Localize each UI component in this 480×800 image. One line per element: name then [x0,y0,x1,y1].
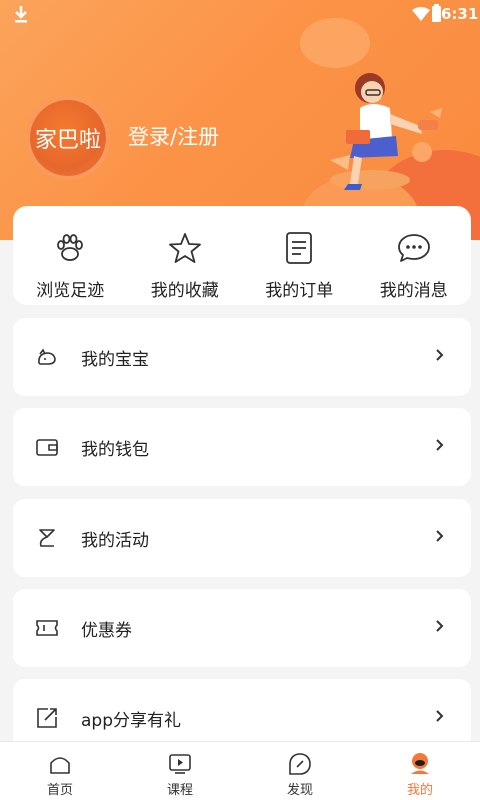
tab-label: 我的 [406,783,433,798]
wifi-icon [412,7,430,21]
menu-item-my-wallet[interactable]: 我的钱包 [13,408,471,486]
menu-item-label: 我的活动 [81,531,149,551]
share-icon [37,708,57,728]
wallet-icon [36,439,58,456]
quick-action-orders[interactable]: 我的订单 [242,206,357,305]
tab-label: 课程 [166,783,193,798]
chevron-right-icon [436,530,444,542]
download-icon [15,6,27,23]
login-register-link[interactable]: 登录/注册 [128,121,219,151]
quick-action-label: 浏览足迹 [36,281,105,301]
tab-courses[interactable]: 课程 [120,742,240,800]
profile-icon [411,753,429,774]
menu-item-my-baby[interactable]: 我的宝宝 [13,318,471,396]
tab-label: 发现 [286,783,313,798]
activity-icon [39,529,55,547]
status-bar: 6:31 [0,0,480,28]
tab-profile[interactable]: 我的 [360,742,480,800]
menu-item-label: 我的宝宝 [81,350,149,370]
quick-action-favorites[interactable]: 我的收藏 [128,206,243,305]
tab-home[interactable]: 首页 [0,742,120,800]
status-time: 6:31 [441,5,479,23]
coupon-icon [36,620,58,636]
quick-action-messages[interactable]: 我的消息 [357,206,472,305]
tab-label: 首页 [46,783,73,798]
chevron-right-icon [436,349,444,361]
quick-action-label: 我的消息 [379,281,448,301]
battery-icon [432,4,441,22]
bottom-tab-bar: 首页 课程 发现 我的 [0,741,480,800]
chevron-right-icon [436,439,444,451]
tab-discover[interactable]: 发现 [240,742,360,800]
quick-action-label: 我的收藏 [150,281,219,301]
menu-item-label: 优惠券 [81,621,132,641]
menu-item-my-activities[interactable]: 我的活动 [13,499,471,577]
reading-girl-illustration [330,73,442,190]
baby-icon [38,348,56,365]
menu-item-label: app分享有礼 [81,711,181,731]
order-list-icon [286,232,313,264]
avatar[interactable]: 家巴啦 [26,96,110,180]
course-icon [169,754,191,774]
discover-icon [289,753,311,775]
chevron-right-icon [436,710,444,722]
menu-item-coupons[interactable]: 优惠券 [13,589,471,667]
quick-actions-card: 浏览足迹 我的收藏 我的订单 我的消息 [13,206,471,305]
chevron-right-icon [436,620,444,632]
menu-item-label: 我的钱包 [81,440,149,460]
home-icon [50,757,70,774]
quick-action-label: 我的订单 [265,281,334,301]
paw-icon [57,234,84,261]
profile-header: 6:31 家巴啦 登录/注册 [0,0,480,240]
quick-action-footprints[interactable]: 浏览足迹 [13,206,128,305]
message-icon [397,234,430,262]
star-icon [168,233,201,263]
